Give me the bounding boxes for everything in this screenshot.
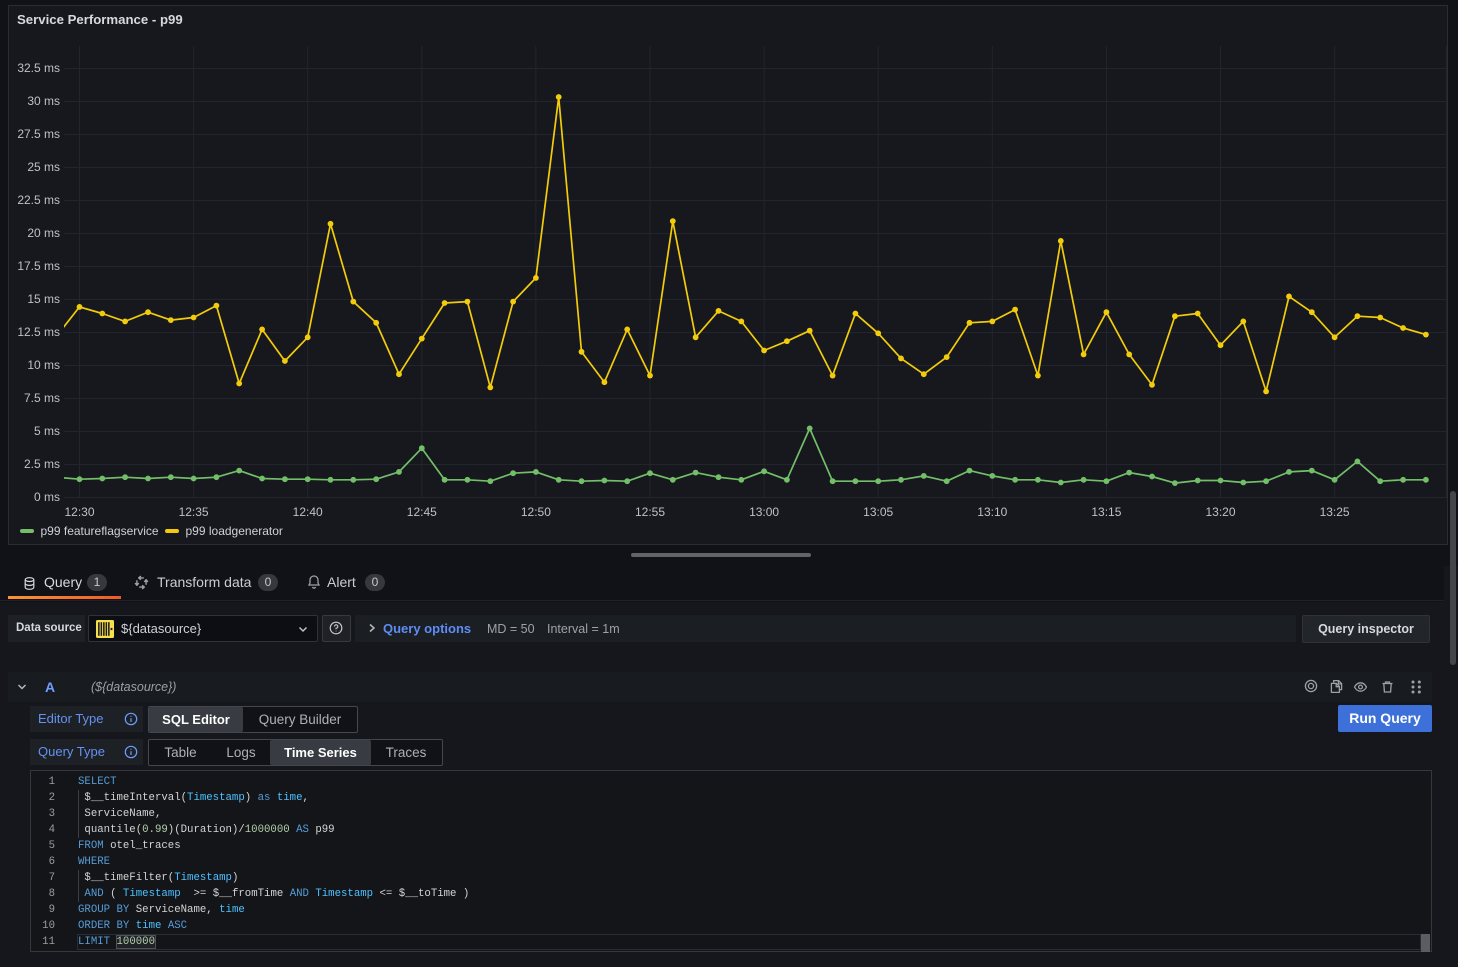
svg-text:7.5 ms: 7.5 ms [24, 391, 60, 405]
svg-text:27.5 ms: 27.5 ms [17, 127, 60, 141]
svg-text:12:35: 12:35 [179, 505, 209, 519]
svg-text:12:55: 12:55 [635, 505, 665, 519]
svg-text:13:25: 13:25 [1320, 505, 1350, 519]
svg-text:12:30: 12:30 [64, 505, 94, 519]
svg-text:25 ms: 25 ms [27, 160, 60, 174]
svg-text:13:15: 13:15 [1091, 505, 1121, 519]
svg-text:12:50: 12:50 [521, 505, 551, 519]
svg-text:13:20: 13:20 [1205, 505, 1235, 519]
svg-text:17.5 ms: 17.5 ms [17, 259, 60, 273]
svg-text:12:45: 12:45 [407, 505, 437, 519]
svg-text:12.5 ms: 12.5 ms [17, 325, 60, 339]
svg-text:32.5 ms: 32.5 ms [17, 61, 60, 75]
svg-text:13:05: 13:05 [863, 505, 893, 519]
svg-text:20 ms: 20 ms [27, 226, 60, 240]
svg-text:10 ms: 10 ms [27, 358, 60, 372]
svg-text:13:00: 13:00 [749, 505, 779, 519]
svg-text:22.5 ms: 22.5 ms [17, 193, 60, 207]
svg-text:0 ms: 0 ms [34, 490, 60, 504]
svg-text:12:40: 12:40 [293, 505, 323, 519]
svg-text:15 ms: 15 ms [27, 292, 60, 306]
svg-text:30 ms: 30 ms [27, 94, 60, 108]
svg-text:13:10: 13:10 [977, 505, 1007, 519]
svg-text:2.5 ms: 2.5 ms [24, 457, 60, 471]
svg-text:5 ms: 5 ms [34, 424, 60, 438]
